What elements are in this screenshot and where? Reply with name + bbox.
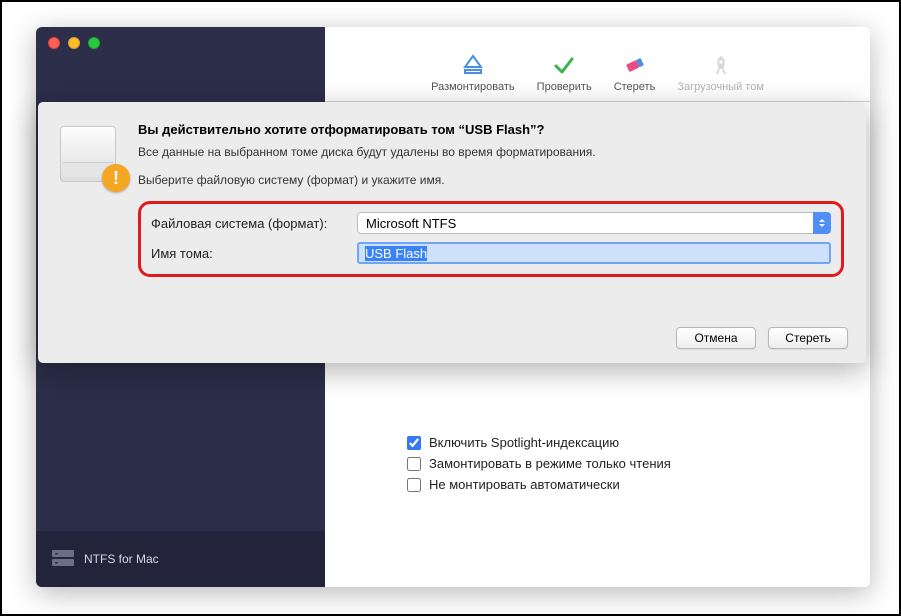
window-controls [48,37,100,49]
volume-name-input[interactable] [357,242,831,264]
dialog-instruction: Выберите файловую систему (формат) и ука… [138,173,844,187]
option-noautomount-label: Не монтировать автоматически [429,477,620,492]
toolbar-unmount[interactable]: Размонтировать [431,51,515,93]
toolbar-startup: Загрузочный том [677,51,764,93]
format-fields-group: Файловая система (формат): Microsoft NTF… [138,201,844,277]
option-readonly[interactable]: Замонтировать в режиме только чтения [407,456,671,471]
volume-name-label: Имя тома: [151,246,357,261]
option-noautomount-checkbox[interactable] [407,478,421,492]
toolbar-verify-label: Проверить [537,81,592,93]
filesystem-label: Файловая система (формат): [151,216,357,231]
toolbar-erase-label: Стереть [614,81,656,93]
format-dialog: ! Вы действительно хотите отформатироват… [38,102,866,363]
eraser-icon [623,51,647,79]
option-spotlight-label: Включить Spotlight-индексацию [429,435,619,450]
check-icon [552,51,576,79]
filesystem-select[interactable]: Microsoft NTFS [357,212,831,234]
brand-bar: NTFS for Mac [36,531,325,587]
mount-options: Включить Spotlight-индексацию Замонтиров… [407,435,671,492]
option-spotlight-checkbox[interactable] [407,436,421,450]
dialog-icon: ! [60,122,138,277]
dialog-title: Вы действительно хотите отформатировать … [138,122,844,137]
option-spotlight[interactable]: Включить Spotlight-индексацию [407,435,671,450]
warning-badge-icon: ! [102,164,130,192]
close-window-button[interactable] [48,37,60,49]
toolbar-unmount-label: Размонтировать [431,81,515,93]
toolbar-verify[interactable]: Проверить [537,51,592,93]
option-noautomount[interactable]: Не монтировать автоматически [407,477,671,492]
minimize-window-button[interactable] [68,37,80,49]
erase-button-label: Стереть [785,331,830,345]
chevron-up-down-icon [813,212,831,234]
cancel-button-label: Отмена [694,331,737,345]
dialog-subtitle: Все данные на выбранном томе диска будут… [138,145,844,159]
option-readonly-label: Замонтировать в режиме только чтения [429,456,671,471]
option-readonly-checkbox[interactable] [407,457,421,471]
cancel-button[interactable]: Отмена [676,327,756,349]
toolbar: Размонтировать Проверить Стереть [325,27,870,102]
toolbar-erase[interactable]: Стереть [614,51,656,93]
toolbar-startup-label: Загрузочный том [677,81,764,93]
brand-name: NTFS for Mac [84,552,159,566]
zoom-window-button[interactable] [88,37,100,49]
filesystem-value: Microsoft NTFS [366,216,456,231]
eject-icon [461,51,485,79]
rocket-icon [709,51,733,79]
disk-stack-icon [52,550,74,568]
erase-button[interactable]: Стереть [768,327,848,349]
